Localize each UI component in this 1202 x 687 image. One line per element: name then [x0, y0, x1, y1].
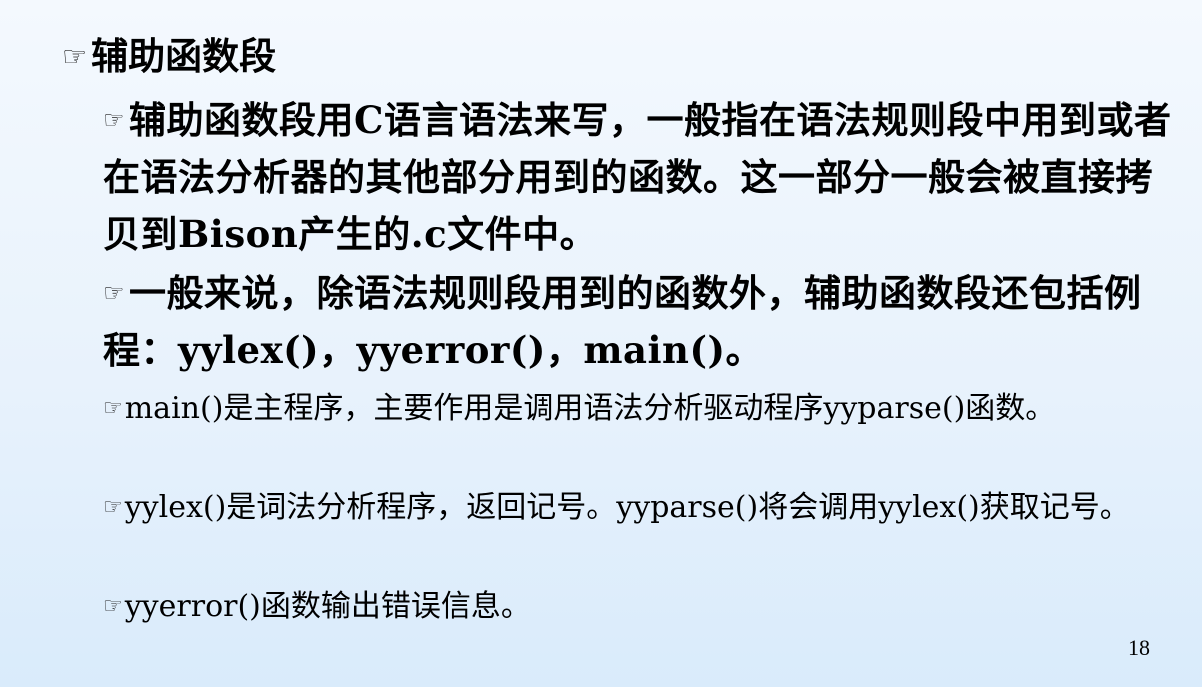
pointing-hand-icon: ☞	[103, 106, 126, 134]
slide-heading: ☞ 辅助函数段	[62, 28, 276, 85]
bullet-text: 辅助函数段用C语言语法来写，一般指在语法规则段中用到或者在语法分析器的其他部分用…	[103, 98, 1172, 256]
slide: ☞ 辅助函数段 ☞ 辅助函数段用C语言语法来写，一般指在语法规则段中用到或者在语法分…	[0, 0, 1202, 687]
pointing-hand-icon: ☞	[103, 594, 123, 619]
bullet-item: ☞ 一般来说，除语法规则段用到的函数外，辅助函数段还包括例程：yylex()，yy…	[103, 265, 1183, 379]
pointing-hand-icon: ☞	[62, 40, 88, 73]
pointing-hand-icon: ☞	[103, 279, 126, 307]
sub-bullet-text: main()是主程序，主要作用是调用语法分析驱动程序yyparse()函数。	[124, 391, 1056, 426]
page-number: 18	[1128, 635, 1150, 660]
sub-bullet-text: yyerror()函数输出错误信息。	[124, 589, 531, 624]
bullet-item: ☞ 辅助函数段用C语言语法来写，一般指在语法规则段中用到或者在语法分析器的其他部分…	[103, 92, 1183, 263]
pointing-hand-icon: ☞	[103, 495, 123, 520]
sub-bullet-text: yylex()是词法分析程序，返回记号。yyparse()将会调用yylex()…	[124, 490, 1130, 525]
pointing-hand-icon: ☞	[103, 396, 123, 421]
bullet-text: 一般来说，除语法规则段用到的函数外，辅助函数段还包括例程：yylex()，yye…	[103, 271, 1142, 372]
sub-bullet-item: ☞yylex()是词法分析程序，返回记号。yyparse()将会调用yylex(…	[103, 484, 1178, 532]
sub-bullet-item: ☞main()是主程序，主要作用是调用语法分析驱动程序yyparse()函数。	[103, 385, 1178, 433]
sub-bullet-item: ☞yyerror()函数输出错误信息。	[103, 583, 1178, 631]
heading-text: 辅助函数段	[91, 34, 277, 78]
